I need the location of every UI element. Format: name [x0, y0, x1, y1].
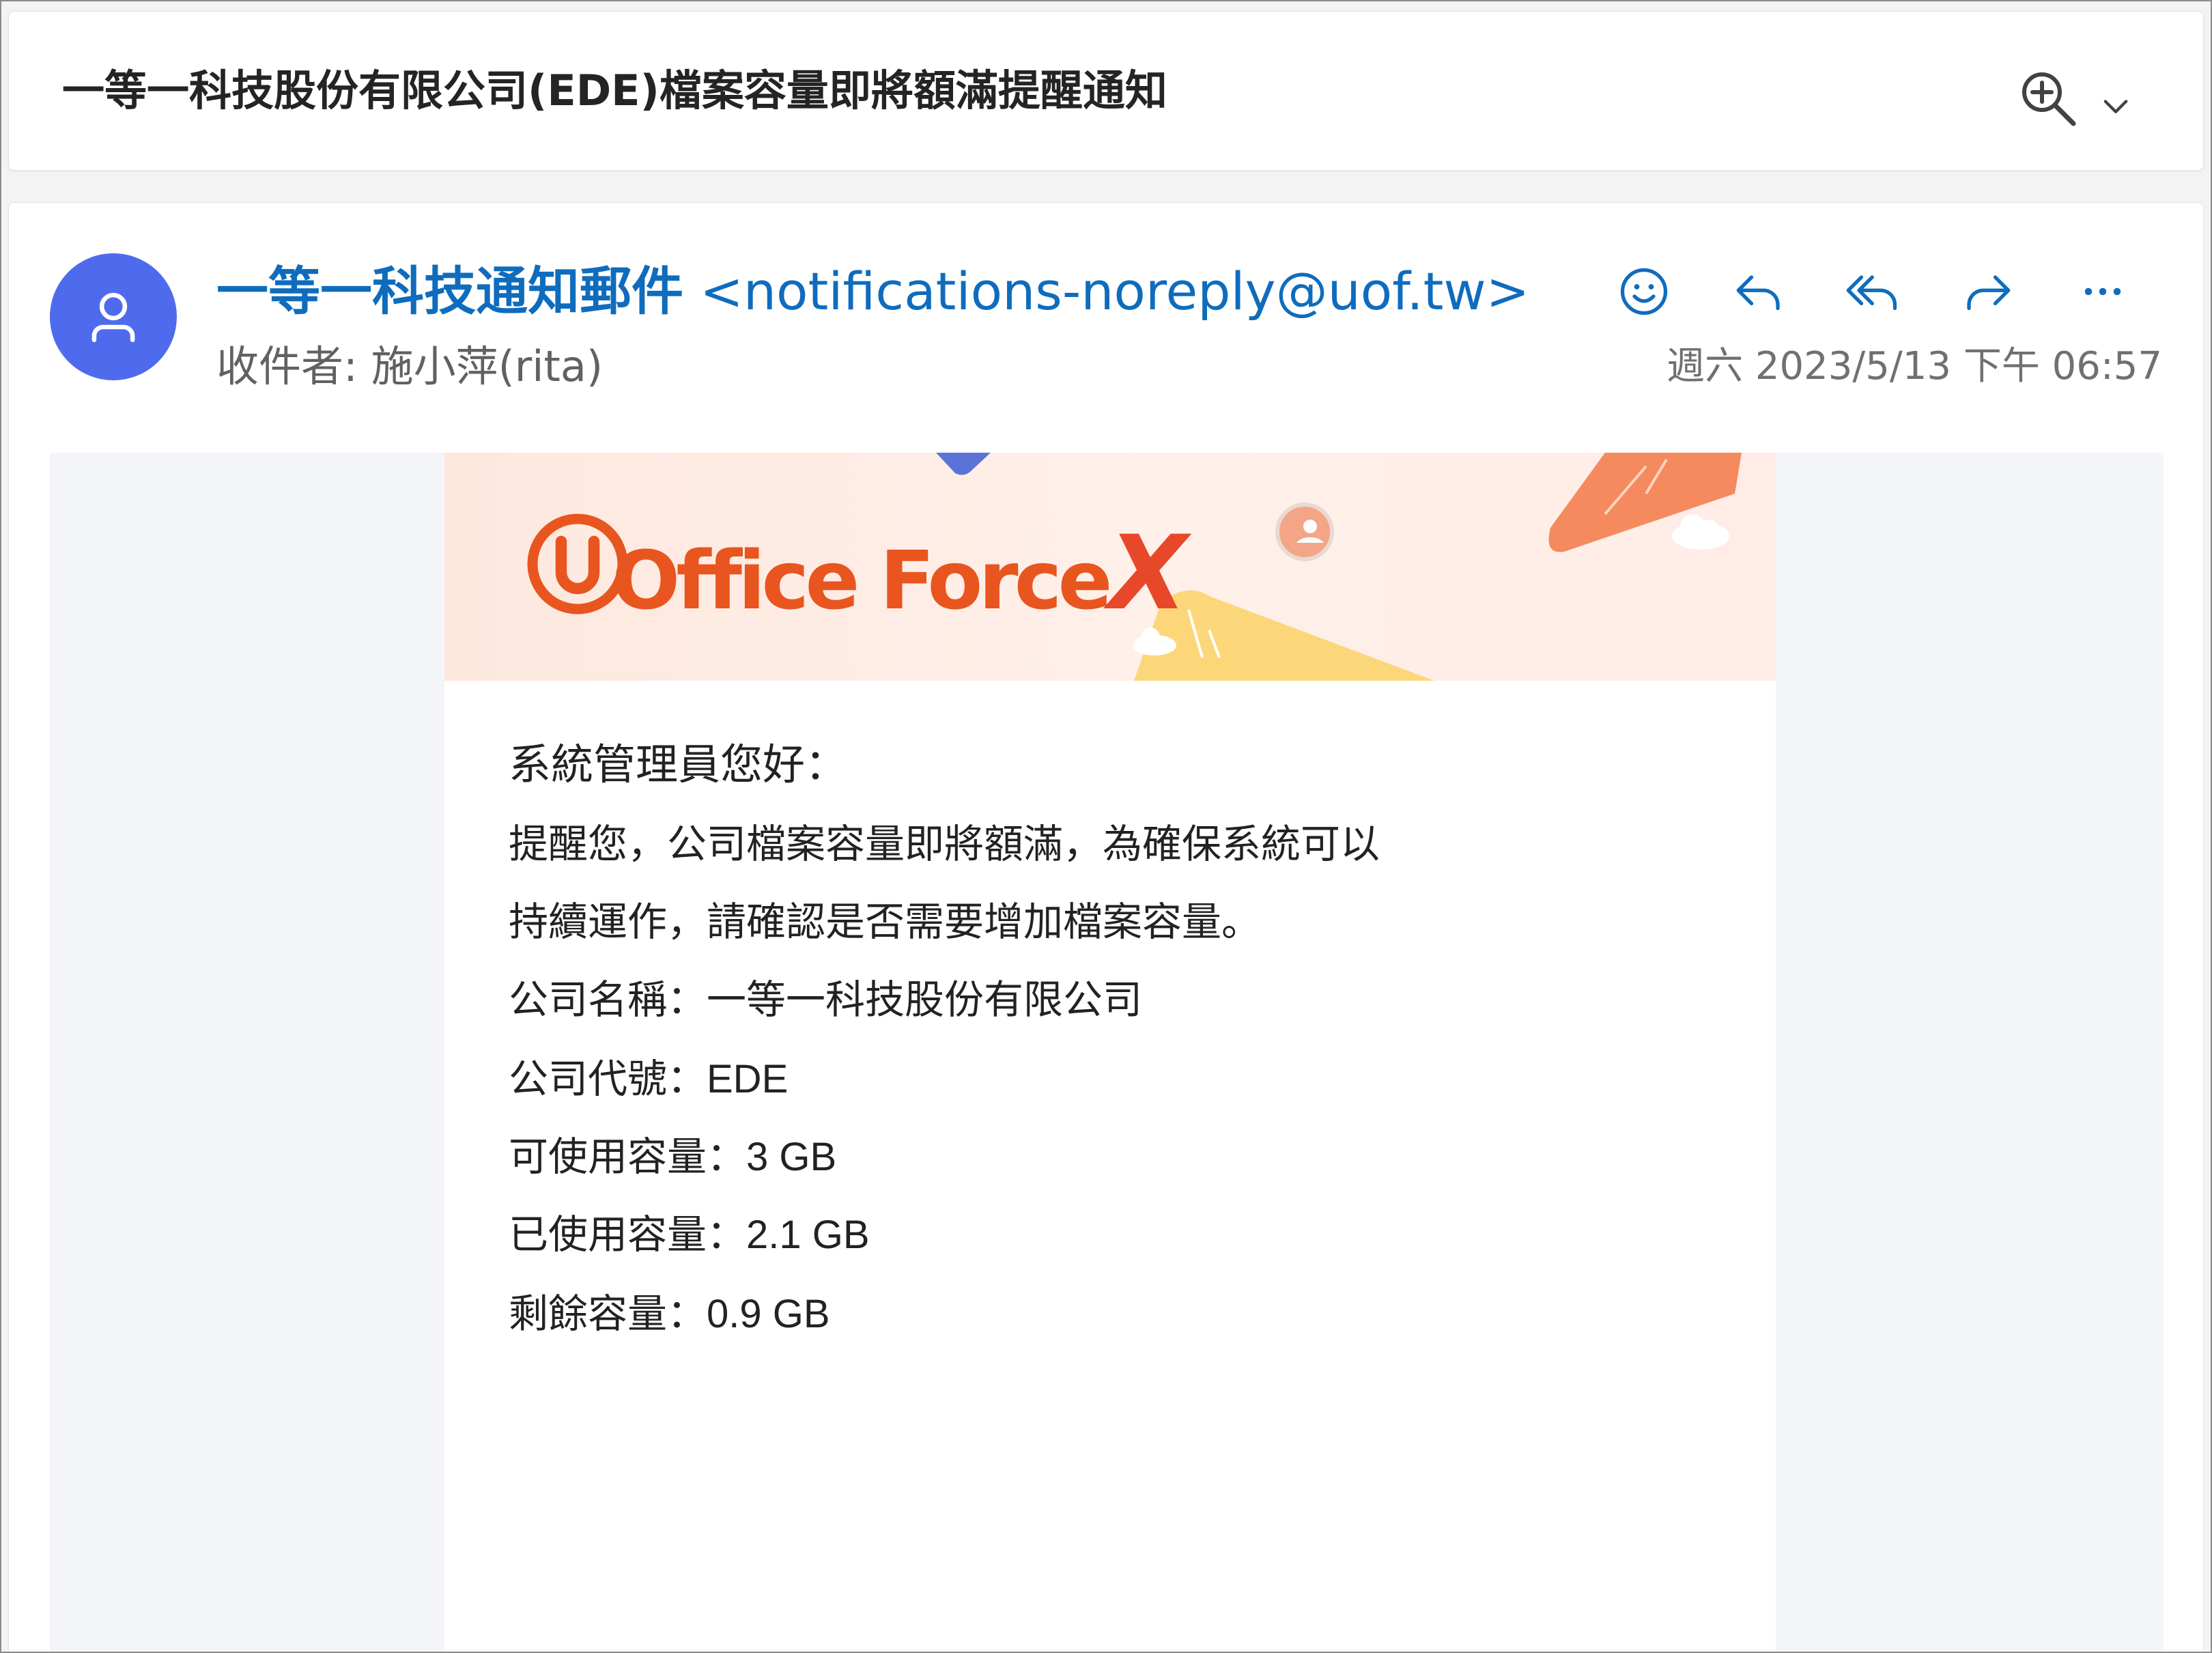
person-icon [91, 292, 135, 343]
email-content: Office ForceX 系統管理員您好： 提醒您，公司檔案容量即將額滿，為確… [444, 453, 1776, 1652]
recipient-label: 收件者: [216, 341, 358, 391]
forward-icon [1967, 275, 2011, 311]
greeting: 系統管理員您好： [509, 741, 848, 789]
banner: Office ForceX [444, 453, 1776, 681]
email-subject: 一等一科技股份有限公司(EDE)檔案容量即將額滿提醒通知 [62, 66, 1167, 115]
more-icon [2084, 287, 2121, 296]
logo-x: X [1108, 514, 1188, 633]
reminder-line-1: 提醒您，公司檔案容量即將額滿，為確保系統可以 [509, 822, 1380, 866]
zoom-in-icon[interactable] [2016, 66, 2082, 132]
message-actions [1610, 251, 2170, 333]
recipient-name[interactable]: 施小萍(rita) [371, 341, 603, 391]
sender-name[interactable]: 一等一科技通知郵件 [216, 261, 683, 322]
recipient-line: 收件者: 施小萍(rita) [216, 333, 603, 401]
message-card: 一等一科技通知郵件 <notifications-noreply@uof.tw>… [8, 202, 2204, 1652]
reply-all-button[interactable] [1839, 257, 1908, 326]
reply-icon [1736, 275, 1780, 311]
remaining-capacity: 剩餘容量：0.9 GB [509, 1292, 830, 1336]
forward-button[interactable] [1954, 257, 2022, 326]
chevron-down-icon[interactable] [2098, 88, 2133, 124]
available-capacity: 可使用容量：3 GB [509, 1135, 837, 1179]
sender-email[interactable]: <notifications-noreply@uof.tw> [700, 261, 1529, 322]
avatar[interactable] [50, 253, 177, 380]
company-code: 公司代號：EDE [509, 1057, 789, 1101]
email-body-area: Office ForceX 系統管理員您好： 提醒您，公司檔案容量即將額滿，為確… [50, 453, 2164, 1652]
reply-all-icon [1846, 275, 1897, 311]
reminder-line-2: 持續運作，請確認是否需要增加檔案容量。 [509, 900, 1262, 944]
subject-header: 一等一科技股份有限公司(EDE)檔案容量即將額滿提醒通知 [8, 11, 2204, 171]
company-name: 公司名稱：一等一科技股份有限公司 [509, 978, 1143, 1022]
reply-button[interactable] [1725, 257, 1793, 326]
logo-text: Office ForceX [612, 514, 1187, 633]
react-button[interactable] [1610, 257, 1678, 326]
used-capacity: 已使用容量：2.1 GB [509, 1213, 870, 1257]
received-timestamp: 週六 2023/5/13 下午 06:57 [1667, 344, 2162, 388]
sender[interactable]: 一等一科技通知郵件 <notifications-noreply@uof.tw> [216, 257, 1529, 326]
smiley-icon [1620, 268, 1668, 315]
logo-wordmark: Office Force [612, 533, 1113, 627]
more-actions-button[interactable] [2069, 257, 2137, 326]
reading-pane: 一等一科技股份有限公司(EDE)檔案容量即將額滿提醒通知 一等一科技通知郵件 <… [0, 0, 2212, 1653]
